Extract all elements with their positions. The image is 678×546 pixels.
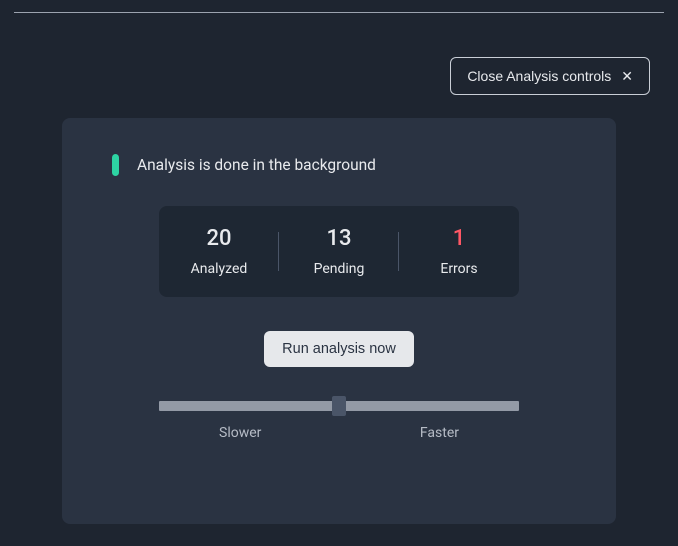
close-button-label: Close Analysis controls	[467, 68, 611, 84]
run-button-wrap: Run analysis now	[106, 331, 572, 367]
close-icon: ✕	[621, 69, 633, 83]
stat-errors: 1 Errors	[399, 226, 519, 277]
stat-pending-value: 13	[279, 226, 399, 251]
slider-track[interactable]	[159, 401, 519, 411]
status-row: Analysis is done in the background	[112, 154, 572, 176]
stat-errors-value: 1	[399, 226, 519, 251]
stat-pending: 13 Pending	[279, 226, 399, 277]
analysis-panel: Analysis is done in the background 20 An…	[62, 118, 616, 524]
stat-analyzed: 20 Analyzed	[159, 226, 279, 277]
slider-slower-label: Slower	[219, 425, 261, 441]
stats-box: 20 Analyzed 13 Pending 1 Errors	[159, 206, 519, 297]
stat-analyzed-label: Analyzed	[159, 261, 279, 277]
close-analysis-controls-button[interactable]: Close Analysis controls ✕	[450, 57, 650, 95]
status-text: Analysis is done in the background	[137, 156, 376, 174]
top-border	[14, 12, 664, 13]
run-analysis-button[interactable]: Run analysis now	[264, 331, 414, 367]
slider-faster-label: Faster	[420, 425, 459, 441]
slider-thumb[interactable]	[332, 396, 346, 416]
stat-analyzed-value: 20	[159, 226, 279, 251]
status-indicator-icon	[112, 154, 119, 176]
slider-labels: Slower Faster	[159, 425, 519, 441]
speed-slider: Slower Faster	[159, 401, 519, 441]
stat-pending-label: Pending	[279, 261, 399, 277]
stat-errors-label: Errors	[399, 261, 519, 277]
